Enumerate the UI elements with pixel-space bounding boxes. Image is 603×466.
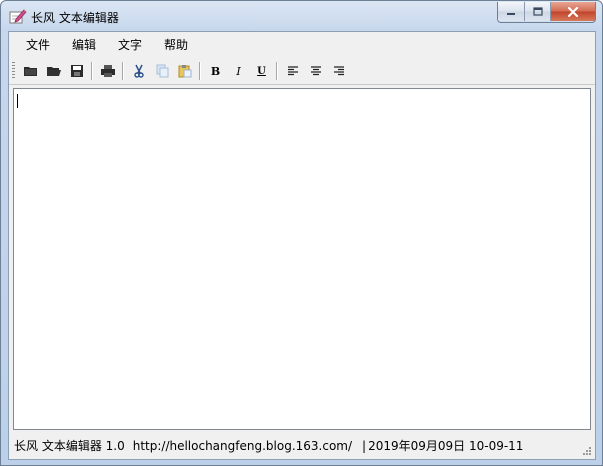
pencil-notepad-icon	[9, 9, 27, 24]
close-button[interactable]	[551, 2, 595, 21]
copy-button[interactable]	[150, 60, 173, 82]
caption-buttons	[497, 2, 596, 23]
cut-scissors-icon	[133, 64, 144, 78]
print-button[interactable]	[96, 60, 119, 82]
status-separator: |	[362, 438, 367, 453]
text-caret	[17, 94, 18, 108]
open-folder-icon	[46, 67, 61, 76]
align-right-button[interactable]	[327, 60, 350, 82]
toolbar-separator	[91, 62, 93, 80]
menu-file[interactable]: 文件	[15, 32, 61, 58]
paste-button[interactable]	[173, 60, 196, 82]
align-center-button[interactable]	[304, 60, 327, 82]
align-center-icon	[310, 66, 321, 76]
bold-button[interactable]: B	[204, 60, 227, 82]
toolbar-separator	[276, 62, 278, 80]
open-button[interactable]	[42, 60, 65, 82]
underline-icon: U	[257, 65, 266, 77]
menu-help[interactable]: 帮助	[153, 32, 199, 58]
save-floppy-icon	[70, 65, 83, 77]
paste-icon	[178, 65, 191, 78]
close-icon	[567, 6, 579, 17]
toolbar-separator	[199, 62, 201, 80]
window-title: 长风 文本编辑器	[31, 11, 119, 25]
text-editor[interactable]	[13, 88, 591, 430]
italic-icon: I	[236, 64, 241, 78]
new-button[interactable]	[19, 60, 42, 82]
maximize-icon	[532, 7, 543, 16]
resize-grip-icon[interactable]	[581, 445, 591, 455]
underline-button[interactable]: U	[250, 60, 273, 82]
save-button[interactable]	[65, 60, 88, 82]
menu-bar: 文件 编辑 文字 帮助	[9, 32, 595, 58]
menu-edit[interactable]: 编辑	[61, 32, 107, 58]
toolbar: B I U	[9, 58, 595, 85]
cut-button[interactable]	[127, 60, 150, 82]
status-app-label: 长风 文本编辑器 1.0	[14, 439, 125, 453]
print-icon	[100, 65, 115, 77]
minimize-icon	[507, 12, 515, 15]
align-right-icon	[333, 66, 344, 76]
minimize-button[interactable]	[498, 2, 525, 21]
align-left-icon	[287, 66, 298, 76]
client-area: 文件 编辑 文字 帮助 B I U 长风 文本编辑器 1.0 http://he…	[8, 31, 596, 460]
align-left-button[interactable]	[281, 60, 304, 82]
toolbar-separator	[122, 62, 124, 80]
new-folder-icon	[23, 67, 37, 76]
status-date-time: 2019年09月09日 10-09-11	[368, 439, 524, 453]
italic-button[interactable]: I	[227, 60, 250, 82]
status-bar: 长风 文本编辑器 1.0 http://hellochangfeng.blog.…	[9, 432, 595, 459]
bold-icon: B	[210, 64, 221, 78]
status-url: http://hellochangfeng.blog.163.com/	[132, 438, 353, 453]
maximize-button[interactable]	[525, 2, 551, 21]
title-bar[interactable]: 长风 文本编辑器	[1, 1, 602, 31]
toolbar-grip[interactable]	[12, 62, 15, 80]
app-window: 长风 文本编辑器 文件 编辑 文字 帮助 B I U 长风 文本编辑器 1.0 …	[0, 0, 603, 466]
copy-icon	[156, 64, 168, 78]
menu-text[interactable]: 文字	[107, 32, 153, 58]
